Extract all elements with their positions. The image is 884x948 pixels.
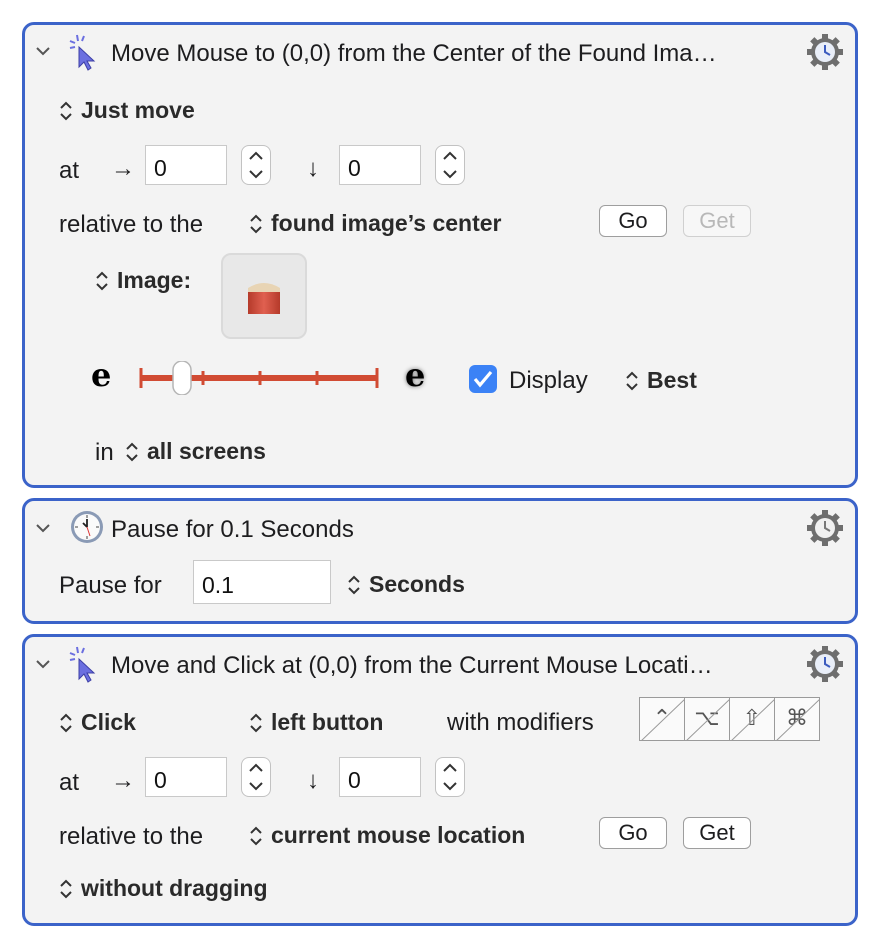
stepper-arrows-icon <box>249 151 263 179</box>
action-title[interactable]: Pause for 0.1 Seconds <box>111 518 354 542</box>
updown-chevron-icon <box>348 575 360 594</box>
option-key-toggle[interactable]: ⌥ <box>684 697 730 741</box>
drag-popup[interactable]: without dragging <box>59 877 268 900</box>
action-title[interactable]: Move Mouse to (0,0) from the Center of t… <box>111 42 717 66</box>
click-mode-value: Click <box>81 709 136 735</box>
action-title[interactable]: Move and Click at (0,0) from the Current… <box>111 654 713 678</box>
updown-chevron-icon <box>96 271 108 290</box>
collapse-chevron-icon[interactable] <box>35 45 51 57</box>
control-key-toggle[interactable]: ⌃ <box>639 697 685 741</box>
y-stepper[interactable] <box>435 757 465 797</box>
x-stepper[interactable] <box>241 757 271 797</box>
go-button[interactable]: Go <box>599 817 667 849</box>
collapse-chevron-icon[interactable] <box>35 658 51 670</box>
image-well[interactable] <box>221 253 307 339</box>
fuzz-less-label: e <box>91 356 112 394</box>
pause-duration-field[interactable]: 0.1 <box>193 560 331 604</box>
stepper-arrows-icon <box>443 151 457 179</box>
disabled-slash <box>776 699 819 740</box>
updown-chevron-icon <box>60 879 72 898</box>
relative-value: found image’s center <box>271 210 502 236</box>
modifier-keys: ⌃ ⌥ ⇧ ⌘ <box>639 697 820 741</box>
gear-clock-icon[interactable] <box>807 646 843 682</box>
in-label: in <box>95 439 114 466</box>
cursor-click-icon <box>69 646 96 683</box>
mode-popup[interactable]: Just move <box>59 99 195 122</box>
action-move-mouse-found-image: Move Mouse to (0,0) from the Center of t… <box>22 22 858 488</box>
gear-clock-icon[interactable] <box>807 34 843 70</box>
quality-value: Best <box>647 367 697 393</box>
clock-icon <box>71 511 103 543</box>
updown-chevron-icon <box>626 371 638 390</box>
action-pause: Pause for 0.1 Seconds Pause for 0.1 Seco… <box>22 498 858 624</box>
drag-value: without dragging <box>81 875 268 901</box>
at-label: at <box>59 157 80 184</box>
y-coordinate-field[interactable]: 0 <box>339 757 421 797</box>
disabled-slash <box>731 699 774 740</box>
stepper-arrows-icon <box>443 763 457 791</box>
disabled-slash <box>686 699 729 740</box>
image-source-popup[interactable]: Image: <box>95 269 191 292</box>
at-label: at <box>59 769 80 796</box>
arrow-down-icon: ↓ <box>307 767 319 794</box>
cursor-click-icon <box>69 34 96 71</box>
mouse-button-popup[interactable]: left button <box>249 711 383 734</box>
modifiers-label: with modifiers <box>447 709 594 736</box>
relative-label: relative to the <box>59 211 204 238</box>
image-label: Image: <box>117 267 192 293</box>
x-coordinate-field[interactable]: 0 <box>145 145 227 185</box>
x-coordinate-field[interactable]: 0 <box>145 757 227 797</box>
relative-value: current mouse location <box>271 822 526 848</box>
mode-label: Just move <box>81 97 195 123</box>
relative-label: relative to the <box>59 823 204 850</box>
shift-key-toggle[interactable]: ⇧ <box>729 697 775 741</box>
screens-popup[interactable]: all screens <box>125 440 266 463</box>
go-button[interactable]: Go <box>599 205 667 237</box>
screens-value: all screens <box>147 438 266 464</box>
disabled-slash <box>641 699 684 740</box>
unit-popup[interactable]: Seconds <box>347 573 465 596</box>
mouse-button-value: left button <box>271 709 384 735</box>
display-label: Display <box>509 367 588 394</box>
fuzz-slider[interactable] <box>137 361 383 395</box>
updown-chevron-icon <box>250 713 262 732</box>
arrow-right-icon: → <box>111 767 135 794</box>
updown-chevron-icon <box>126 442 138 461</box>
updown-chevron-icon <box>60 101 72 120</box>
updown-chevron-icon <box>250 826 262 845</box>
checkmark-icon <box>473 370 493 388</box>
pause-label: Pause for <box>59 572 162 599</box>
updown-chevron-icon <box>250 214 262 233</box>
stepper-arrows-icon <box>249 763 263 791</box>
command-key-toggle[interactable]: ⌘ <box>774 697 820 741</box>
action-move-and-click: Move and Click at (0,0) from the Current… <box>22 634 858 926</box>
gear-icon[interactable] <box>807 510 843 546</box>
arrow-right-icon: → <box>111 155 135 182</box>
get-button[interactable]: Get <box>683 205 751 237</box>
relative-popup[interactable]: current mouse location <box>249 824 525 847</box>
display-checkbox[interactable] <box>469 365 497 393</box>
updown-chevron-icon <box>60 713 72 732</box>
arrow-down-icon: ↓ <box>307 155 319 182</box>
relative-popup[interactable]: found image’s center <box>249 212 501 235</box>
collapse-chevron-icon[interactable] <box>35 522 51 534</box>
quality-popup[interactable]: Best <box>625 369 697 392</box>
found-image-thumbnail <box>248 283 280 314</box>
fuzz-more-label: e <box>405 356 426 394</box>
unit-value: Seconds <box>369 571 465 597</box>
y-stepper[interactable] <box>435 145 465 185</box>
get-button[interactable]: Get <box>683 817 751 849</box>
x-stepper[interactable] <box>241 145 271 185</box>
click-mode-popup[interactable]: Click <box>59 711 136 734</box>
y-coordinate-field[interactable]: 0 <box>339 145 421 185</box>
